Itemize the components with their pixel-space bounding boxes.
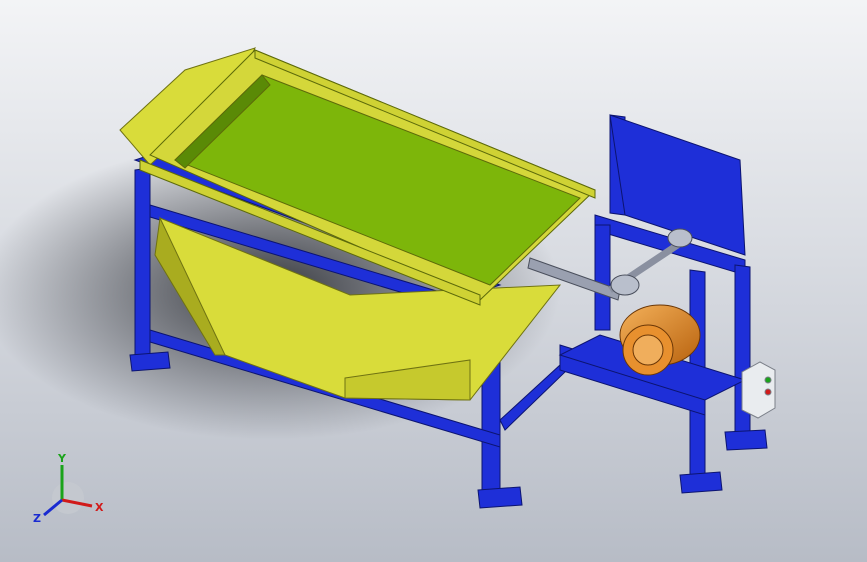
x-axis-label: X — [95, 501, 104, 514]
axis-triad: Y X Z — [33, 452, 104, 525]
motor-stand[interactable] — [558, 114, 768, 494]
control-box[interactable] — [741, 361, 776, 419]
y-axis-label: Y — [57, 452, 67, 465]
cad-viewport[interactable]: Y X Z — [0, 0, 867, 562]
cad-model: Y X Z — [0, 47, 776, 525]
z-axis-label: Z — [33, 512, 41, 525]
